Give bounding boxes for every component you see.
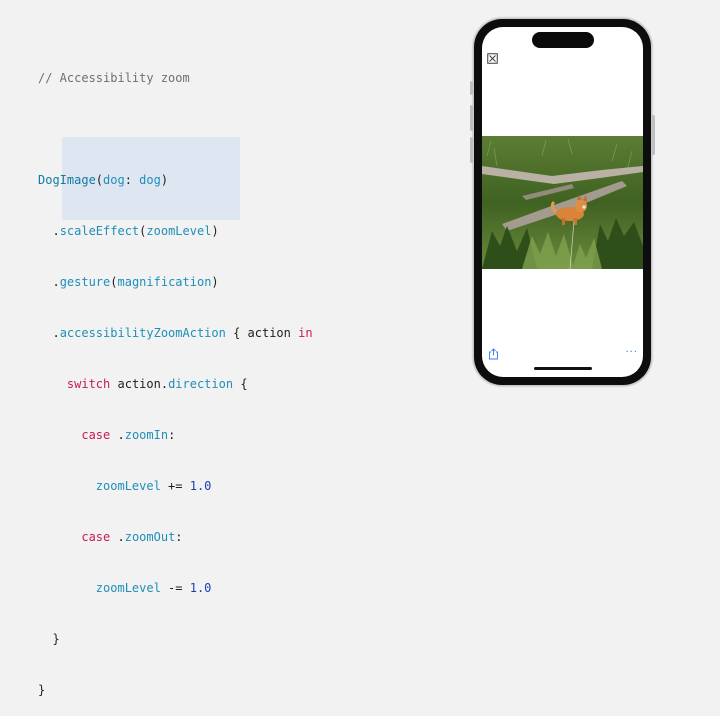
volume-down-button — [470, 137, 473, 163]
code-line-3: .gesture(magnification) — [52, 275, 219, 289]
volume-up-button — [470, 105, 473, 131]
code-line-10: } — [52, 632, 60, 646]
code-line-2: .scaleEffect(zoomLevel) — [52, 224, 219, 238]
code-line-1: DogImage(dog: dog) — [38, 173, 169, 187]
code-line-7: zoomLevel += 1.0 — [95, 479, 212, 493]
phone-screen: ··· — [482, 27, 643, 377]
dynamic-island — [531, 32, 594, 48]
code-line-4: .accessibilityZoomAction { action in — [52, 326, 313, 340]
more-icon[interactable]: ··· — [625, 348, 638, 358]
iphone-frame: ··· — [470, 19, 655, 385]
side-button — [652, 115, 655, 155]
code-line-9: zoomLevel -= 1.0 — [95, 581, 212, 595]
code-line-5: switch action.direction { — [66, 377, 248, 391]
code-comment: // Accessibility zoom — [38, 71, 190, 85]
code-line-8: case .zoomOut: — [81, 530, 183, 544]
action-button — [470, 81, 473, 95]
share-icon[interactable] — [488, 348, 499, 360]
code-block: // Accessibility zoom DogImage(dog: dog)… — [38, 36, 313, 716]
code-line-6: case .zoomIn: — [81, 428, 176, 442]
dog-image[interactable] — [482, 136, 643, 269]
code-line-11: } — [38, 683, 46, 697]
close-icon[interactable] — [487, 53, 498, 64]
home-indicator[interactable] — [533, 367, 592, 370]
